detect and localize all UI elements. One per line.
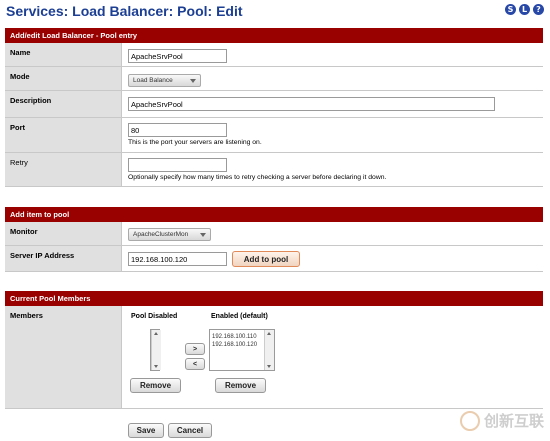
chevron-down-icon	[200, 233, 206, 237]
name-label: Name	[5, 43, 122, 66]
server-ip-row: Server IP Address 192.168.100.120 Add to…	[5, 246, 543, 272]
scroll-up-icon[interactable]	[267, 332, 271, 335]
monitor-label: Monitor	[5, 222, 122, 245]
cancel-button[interactable]: Cancel	[168, 423, 212, 438]
scrollbar[interactable]	[151, 330, 161, 370]
pool-disabled-list[interactable]	[150, 329, 161, 371]
description-field[interactable]: ApacheSrvPool	[128, 97, 495, 111]
log-icon[interactable]: L	[519, 4, 530, 15]
watermark: 创新互联	[459, 410, 544, 431]
mode-select[interactable]: Load Balance	[128, 74, 201, 87]
description-row: Description ApacheSrvPool	[5, 91, 543, 118]
pool-enabled-list[interactable]: 192.168.100.110 192.168.100.120	[209, 329, 275, 371]
retry-label: Retry	[5, 153, 122, 186]
retry-row: Retry Optionally specify how many times …	[5, 153, 543, 187]
watermark-logo-icon	[459, 410, 480, 431]
add-to-pool-button[interactable]: Add to pool	[232, 251, 300, 267]
add-item-header: Add item to pool	[5, 207, 543, 222]
members-label: Members	[5, 306, 122, 408]
mode-select-value: Load Balance	[133, 77, 173, 84]
save-button[interactable]: Save	[128, 423, 164, 438]
mode-label: Mode	[5, 67, 122, 90]
retry-field[interactable]	[128, 158, 227, 172]
remove-disabled-button[interactable]: Remove	[130, 378, 181, 393]
scroll-up-icon[interactable]	[154, 332, 158, 335]
chevron-down-icon	[190, 79, 196, 83]
move-to-disabled-button[interactable]: <	[185, 358, 205, 370]
members-header: Current Pool Members	[5, 291, 543, 306]
help-icon[interactable]: ?	[533, 4, 544, 15]
pool-disabled-heading: Pool Disabled	[131, 313, 178, 320]
description-label: Description	[5, 91, 122, 117]
monitor-select-value: ApacheClusterMon	[133, 231, 189, 238]
scroll-down-icon[interactable]	[154, 365, 158, 368]
members-row: Members Pool Disabled Enabled (default) …	[5, 306, 543, 408]
monitor-select[interactable]: ApacheClusterMon	[128, 228, 211, 241]
name-field[interactable]: ApacheSrvPool	[128, 49, 227, 63]
port-field[interactable]: 80	[128, 123, 227, 137]
status-icon[interactable]: S	[505, 4, 516, 15]
pool-entry-header: Add/edit Load Balancer - Pool entry	[5, 28, 543, 43]
server-ip-field[interactable]: 192.168.100.120	[128, 252, 227, 266]
page-title: Services: Load Balancer: Pool: Edit	[6, 3, 243, 19]
retry-hint: Optionally specify how many times to ret…	[128, 174, 387, 181]
scrollbar[interactable]	[264, 330, 274, 370]
watermark-text: 创新互联	[483, 413, 544, 430]
remove-enabled-button[interactable]: Remove	[215, 378, 266, 393]
top-icons: S L ?	[505, 4, 544, 15]
monitor-row: Monitor ApacheClusterMon	[5, 222, 543, 246]
move-to-enabled-button[interactable]: >	[185, 343, 205, 355]
port-row: Port 80 This is the port your servers ar…	[5, 118, 543, 153]
name-row: Name ApacheSrvPool	[5, 43, 543, 67]
scroll-down-icon[interactable]	[267, 365, 271, 368]
port-label: Port	[5, 118, 122, 152]
pool-enabled-heading: Enabled (default)	[211, 313, 268, 320]
divider	[5, 408, 543, 409]
port-hint: This is the port your servers are listen…	[128, 139, 262, 146]
mode-row: Mode Load Balance	[5, 67, 543, 91]
server-ip-label: Server IP Address	[5, 246, 122, 271]
